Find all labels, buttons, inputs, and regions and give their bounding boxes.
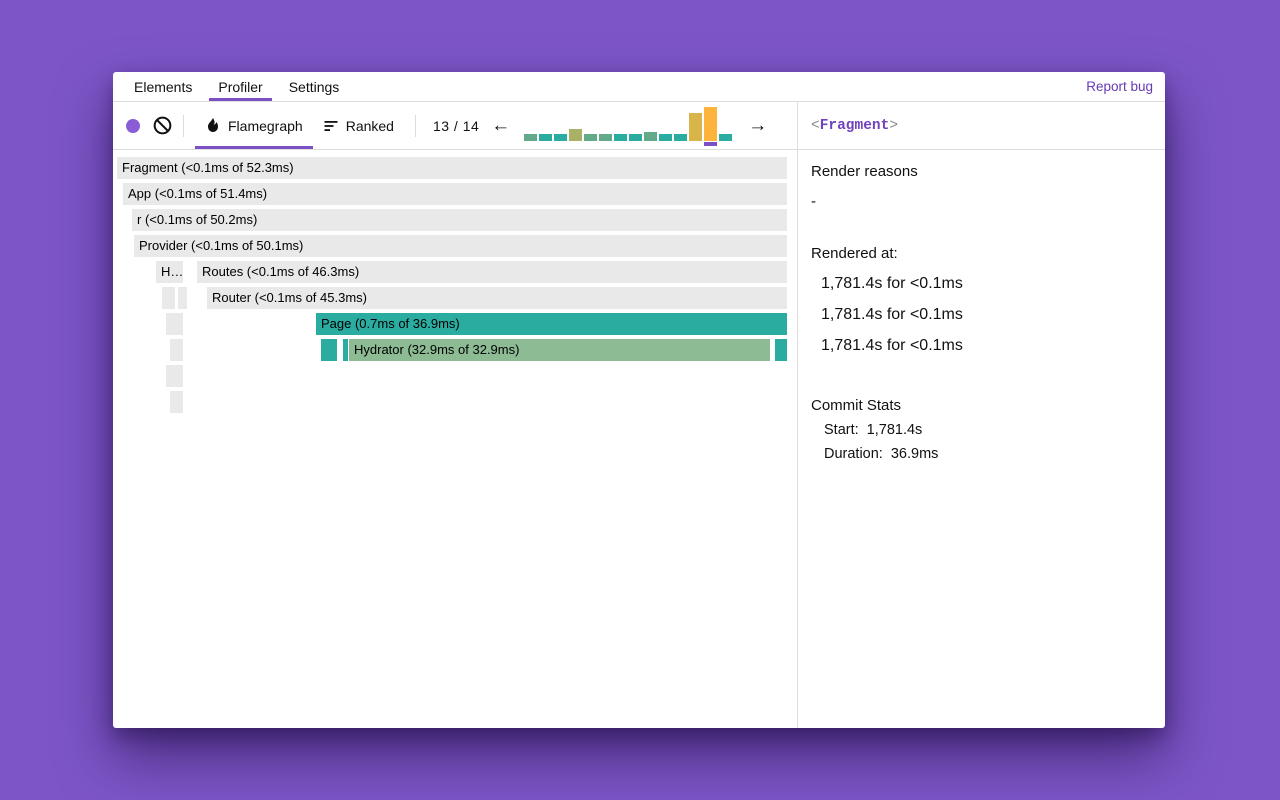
selected-component-header: <Fragment> xyxy=(798,102,1165,150)
tab-flamegraph[interactable]: Flamegraph xyxy=(195,102,313,149)
rendered-at-entry[interactable]: 1,781.4s for <0.1ms xyxy=(811,275,1152,293)
ban-icon xyxy=(153,116,172,135)
commit-bar[interactable] xyxy=(659,105,672,146)
flamegraph-node[interactable]: Page (0.7ms of 36.9ms) xyxy=(316,313,787,335)
clear-profile-button[interactable] xyxy=(153,116,172,135)
tabbar-spacer xyxy=(356,72,1086,101)
flamegraph-node[interactable]: Router (<0.1ms of 45.3ms) xyxy=(207,287,787,309)
flamegraph-node-small[interactable] xyxy=(178,365,183,387)
flamegraph-node[interactable]: Routes (<0.1ms of 46.3ms) xyxy=(197,261,787,283)
details-pane: <Fragment> Render reasons - Rendered at:… xyxy=(798,102,1165,728)
flamegraph-node[interactable]: Fragment (<0.1ms of 52.3ms) xyxy=(117,157,787,179)
commit-bar-fill xyxy=(719,134,732,141)
flamegraph-tab-label: Flamegraph xyxy=(228,118,303,134)
commit-bar-fill xyxy=(539,134,552,141)
devtools-window: Elements Profiler Settings Report bug xyxy=(113,72,1165,728)
start-label: Start: xyxy=(824,422,859,438)
profiler-pane: Flamegraph Ranked 13 / 14 ← → Fragment ( xyxy=(113,102,798,728)
ranked-tab-label: Ranked xyxy=(346,118,394,134)
commit-bar-fill xyxy=(569,129,582,141)
commit-bar-fill xyxy=(644,132,657,141)
toolbar-divider xyxy=(183,115,184,137)
commit-start-row: Start: 1,781.4s xyxy=(811,422,1152,438)
next-commit-button[interactable]: → xyxy=(740,116,775,135)
flamegraph-node[interactable]: Hydrator (32.9ms of 32.9ms) xyxy=(349,339,770,361)
commit-bar-fill xyxy=(599,134,612,141)
commit-bar-fill xyxy=(704,107,717,141)
rendered-at-entry[interactable]: 1,781.4s for <0.1ms xyxy=(811,337,1152,355)
flamegraph-node-small[interactable] xyxy=(162,287,175,309)
commit-counter: 13 / 14 xyxy=(433,118,479,134)
flamegraph-node-small[interactable] xyxy=(178,313,183,335)
commit-bar[interactable] xyxy=(554,105,567,146)
tab-settings[interactable]: Settings xyxy=(280,72,349,101)
flamegraph-node-small[interactable] xyxy=(775,339,787,361)
commit-bar-fill xyxy=(554,134,567,141)
commit-bar-fill xyxy=(584,134,597,141)
commit-duration-row: Duration: 36.9ms xyxy=(811,446,1152,462)
start-value: 1,781.4s xyxy=(867,422,923,438)
commit-stats-label: Commit Stats xyxy=(811,397,1152,414)
commit-bar-fill xyxy=(524,134,537,141)
flame-icon xyxy=(205,118,221,134)
flamegraph-node-small[interactable] xyxy=(178,339,183,361)
rendered-at-label: Rendered at: xyxy=(811,245,1152,262)
commit-bar[interactable] xyxy=(629,105,642,146)
commit-bar[interactable] xyxy=(644,105,657,146)
profiler-toolbar: Flamegraph Ranked 13 / 14 ← → xyxy=(113,102,797,150)
flamegraph-node-small[interactable] xyxy=(343,339,348,361)
commit-bar[interactable] xyxy=(524,105,537,146)
commit-bar[interactable] xyxy=(719,105,732,146)
tab-profiler[interactable]: Profiler xyxy=(209,72,271,101)
flamegraph-node-small[interactable] xyxy=(178,391,183,413)
commit-bar-fill xyxy=(674,134,687,141)
flamegraph-node[interactable]: H… xyxy=(156,261,183,283)
commit-bar-fill xyxy=(689,113,702,141)
commit-bar[interactable] xyxy=(599,105,612,146)
details-body: Render reasons - Rendered at: 1,781.4s f… xyxy=(798,150,1165,475)
duration-label: Duration: xyxy=(824,446,883,462)
toolbar-divider xyxy=(415,115,416,137)
selected-commit-indicator xyxy=(704,142,717,146)
rendered-at-entry[interactable]: 1,781.4s for <0.1ms xyxy=(811,306,1152,324)
ranked-icon xyxy=(323,118,339,134)
record-button[interactable] xyxy=(126,119,140,133)
tab-elements[interactable]: Elements xyxy=(125,72,201,101)
flamegraph-node-small[interactable] xyxy=(182,287,187,309)
report-bug-link[interactable]: Report bug xyxy=(1086,72,1153,101)
flamegraph-node[interactable]: Provider (<0.1ms of 50.1ms) xyxy=(134,235,787,257)
rendered-at-list: 1,781.4s for <0.1ms 1,781.4s for <0.1ms 1,… xyxy=(811,275,1152,355)
open-bracket: < xyxy=(811,118,820,134)
flamegraph-node[interactable]: r (<0.1ms of 50.2ms) xyxy=(132,209,787,231)
commit-bar-fill xyxy=(629,134,642,141)
duration-value: 36.9ms xyxy=(891,446,939,462)
commit-selector-chart[interactable] xyxy=(524,105,734,146)
commit-bar[interactable] xyxy=(569,105,582,146)
commit-bar[interactable] xyxy=(584,105,597,146)
top-tab-bar: Elements Profiler Settings Report bug xyxy=(113,72,1165,102)
flamegraph-node[interactable]: App (<0.1ms of 51.4ms) xyxy=(123,183,787,205)
commit-bar-fill xyxy=(659,134,672,141)
commit-bar-fill xyxy=(614,134,627,141)
close-bracket: > xyxy=(889,118,898,134)
tab-ranked[interactable]: Ranked xyxy=(313,102,404,149)
commit-bar[interactable] xyxy=(674,105,687,146)
flamegraph-chart: Fragment (<0.1ms of 52.3ms) App (<0.1ms o… xyxy=(113,150,797,728)
prev-commit-button[interactable]: ← xyxy=(483,116,518,135)
commit-bar[interactable] xyxy=(704,105,717,146)
render-reasons-label: Render reasons xyxy=(811,163,1152,180)
commit-bar[interactable] xyxy=(539,105,552,146)
render-reasons-value: - xyxy=(811,193,1152,210)
commit-bar[interactable] xyxy=(689,105,702,146)
selected-component-name: Fragment xyxy=(820,118,890,134)
commit-bar[interactable] xyxy=(614,105,627,146)
flamegraph-node-small[interactable] xyxy=(321,339,337,361)
